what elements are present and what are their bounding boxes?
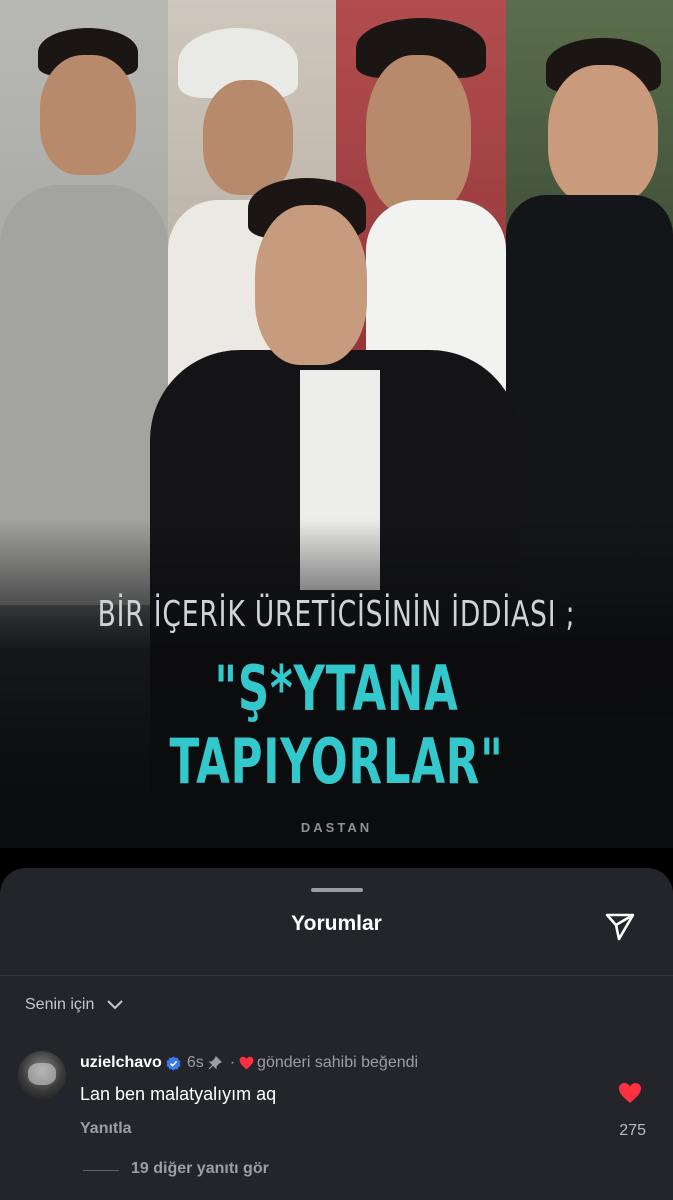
comment-filter-dropdown[interactable]: Senin için — [25, 996, 124, 1014]
comment-username[interactable]: uzielchavo — [80, 1054, 162, 1072]
filter-label: Senin için — [25, 996, 95, 1013]
heart-icon — [239, 1056, 254, 1070]
verified-badge-icon — [166, 1055, 181, 1071]
liked-by-author-label: gönderi sahibi beğendi — [257, 1054, 419, 1071]
comments-sheet: Yorumlar Senin için uzielchavo 6s · gönd… — [0, 868, 673, 1200]
sheet-drag-handle[interactable] — [311, 888, 363, 892]
send-icon[interactable] — [602, 908, 638, 944]
like-count: 275 — [619, 1122, 646, 1139]
brand-watermark: DASTAN — [300, 820, 373, 835]
comment-time: 6s — [186, 1054, 204, 1071]
avatar[interactable] — [18, 1051, 66, 1099]
post-image[interactable]: BİR İÇERİK ÜRETİCİSİNİN İDDİASI ; "Ş*YTA… — [0, 0, 673, 848]
like-button-heart-icon[interactable] — [618, 1082, 642, 1104]
divider — [0, 975, 673, 976]
sheet-title: Yorumlar — [291, 912, 382, 935]
headline-line-1: BİR İÇERİK ÜRETİCİSİNİN İDDİASI ; — [97, 594, 576, 635]
comment-text: Lan ben malatyalıyım aq — [80, 1084, 277, 1104]
meta-separator: · — [229, 1054, 236, 1071]
pin-icon — [208, 1056, 222, 1070]
view-more-replies-button[interactable]: 19 diğer yanıtı gör — [131, 1160, 269, 1178]
replies-connector-line — [83, 1170, 119, 1171]
reply-button[interactable]: Yanıtla — [80, 1120, 132, 1138]
chevron-down-icon — [107, 1000, 124, 1010]
headline-line-2: "Ş*YTANA TAPIYORLAR" — [169, 652, 504, 798]
comment-meta: uzielchavo 6s · gönderi sahibi beğendi — [80, 1054, 418, 1072]
